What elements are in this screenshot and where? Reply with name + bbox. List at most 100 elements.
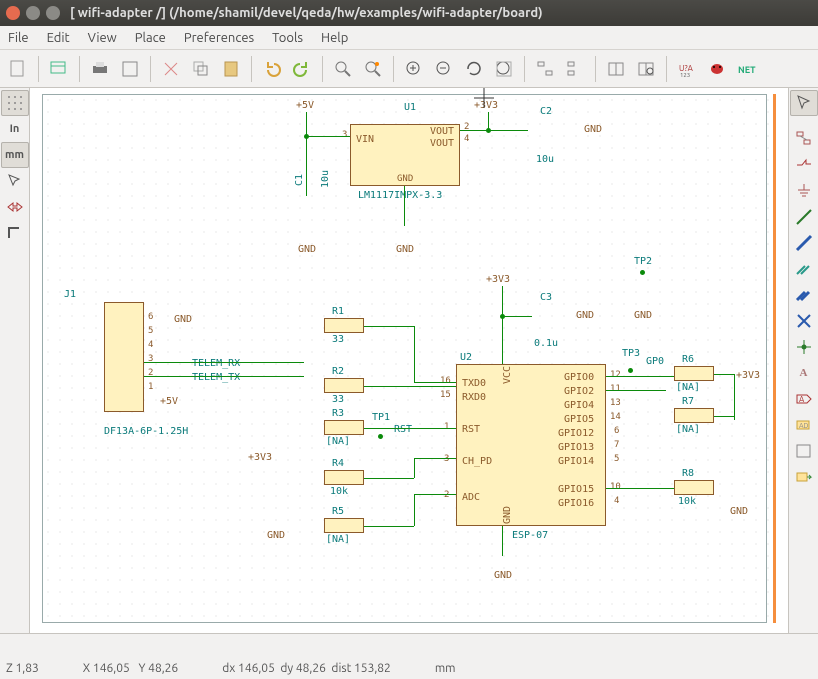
gnd-r5: GND [267, 530, 285, 541]
plot-icon[interactable] [116, 55, 144, 83]
zoom-out-icon[interactable] [430, 55, 458, 83]
menu-help[interactable]: Help [321, 31, 348, 45]
window-titlebar: [ wifi-adapter /] (/home/shamil/devel/qe… [0, 0, 818, 26]
r2-val: 33 [332, 394, 344, 405]
close-icon[interactable] [6, 6, 20, 20]
j1-p1: 1 [148, 382, 153, 392]
u2-n16: 16 [440, 376, 451, 386]
place-sheet-icon[interactable] [790, 438, 818, 464]
paste-icon[interactable] [217, 55, 245, 83]
schematic-canvas[interactable]: U1 VIN VOUT VOUT GND LM1117IMPX-3.3 3 2 … [30, 88, 788, 633]
place-wire2bus-icon[interactable] [790, 256, 818, 282]
component-r5[interactable] [324, 518, 364, 533]
gnd-c2: GND [584, 124, 602, 135]
zoom-redraw-icon[interactable] [460, 55, 488, 83]
r5-val: [NA] [326, 534, 350, 545]
u2-rn10: 10 [610, 482, 621, 492]
place-bus2bus-icon[interactable] [790, 282, 818, 308]
c2-ref: C2 [540, 106, 552, 117]
grid-icon[interactable] [1, 90, 29, 116]
zoom-in-icon[interactable] [400, 55, 428, 83]
place-noconnect-icon[interactable] [790, 308, 818, 334]
maximize-icon[interactable] [46, 6, 60, 20]
library-editor-icon[interactable] [602, 55, 630, 83]
component-r6[interactable] [674, 366, 714, 381]
place-hierarchy-icon[interactable] [790, 126, 818, 152]
print-icon[interactable] [86, 55, 114, 83]
erc-icon[interactable] [703, 55, 731, 83]
copy-icon[interactable] [187, 55, 215, 83]
undo-icon[interactable] [258, 55, 286, 83]
r8-val: 10k [678, 496, 696, 507]
r4-ref: R4 [332, 458, 344, 469]
hidden-pins-icon[interactable] [1, 194, 29, 220]
window-title: [ wifi-adapter /] (/home/shamil/devel/qe… [70, 6, 543, 20]
new-icon[interactable] [4, 55, 32, 83]
u2-rn11: 11 [610, 384, 621, 394]
place-bus-icon[interactable] [790, 230, 818, 256]
zoom-fit-icon[interactable] [490, 55, 518, 83]
tp3-ref: TP3 [622, 348, 640, 359]
place-wire-icon[interactable] [790, 204, 818, 230]
place-import-icon[interactable] [790, 464, 818, 490]
menu-view[interactable]: View [88, 31, 117, 45]
c3-ref: C3 [540, 292, 552, 303]
u1-pin-vout1: VOUT [430, 126, 454, 137]
place-netlabel-icon[interactable]: A [790, 360, 818, 386]
u2-adc: ADC [462, 492, 480, 503]
u2-rxd0: RXD0 [462, 392, 486, 403]
j1-p4: 4 [148, 340, 153, 350]
units-in-icon[interactable]: In [1, 116, 29, 142]
component-r4[interactable] [324, 470, 364, 485]
library-browser-icon[interactable] [632, 55, 660, 83]
netlist-icon[interactable]: NET [733, 55, 761, 83]
component-r8[interactable] [674, 480, 714, 495]
u2-ref: U2 [460, 352, 472, 363]
u2-n15: 15 [440, 390, 451, 400]
place-globallabel-icon[interactable]: A [790, 386, 818, 412]
net-telem-tx: TELEM_TX [192, 372, 240, 383]
menu-file[interactable]: File [8, 31, 29, 45]
annotate-icon[interactable]: U?A123 [673, 55, 701, 83]
cursor-shape-icon[interactable] [1, 168, 29, 194]
place-power-icon[interactable] [790, 152, 818, 178]
r6-ref: R6 [682, 354, 694, 365]
u2-chpd: CH_PD [462, 456, 492, 467]
place-junction-icon[interactable] [790, 334, 818, 360]
find-replace-icon[interactable] [359, 55, 387, 83]
bus-direction-icon[interactable] [1, 220, 29, 246]
u2-n2: 2 [444, 490, 449, 500]
redo-icon[interactable] [288, 55, 316, 83]
c2-val: 10u [536, 154, 554, 165]
u2-txd0: TXD0 [462, 378, 486, 389]
page-settings-icon[interactable] [45, 55, 73, 83]
component-r1[interactable] [324, 318, 364, 333]
tp1-ref: TP1 [372, 412, 390, 423]
units-mm-icon[interactable]: mm [1, 142, 29, 168]
component-j1[interactable] [104, 302, 144, 412]
cut-icon[interactable] [157, 55, 185, 83]
leave-sheet-icon[interactable] [561, 55, 589, 83]
cursor-crosshair [474, 88, 494, 108]
component-r2[interactable] [324, 378, 364, 393]
menu-edit[interactable]: Edit [47, 31, 70, 45]
hierarchy-nav-icon[interactable] [531, 55, 559, 83]
select-cursor-icon[interactable] [790, 90, 818, 116]
menu-tools[interactable]: Tools [272, 31, 303, 45]
menu-place[interactable]: Place [135, 31, 166, 45]
menu-preferences[interactable]: Preferences [184, 31, 254, 45]
r7-ref: R7 [682, 396, 694, 407]
component-r7[interactable] [674, 408, 714, 423]
r7-val: [NA] [676, 424, 700, 435]
find-icon[interactable] [329, 55, 357, 83]
r3-val: [NA] [326, 436, 350, 447]
minimize-icon[interactable] [26, 6, 40, 20]
u1-n3: 3 [342, 130, 347, 140]
place-gnd-icon[interactable] [790, 178, 818, 204]
u2-rn7: 7 [614, 440, 619, 450]
u2-foot: ESP-07 [512, 530, 548, 541]
place-hierlabel-icon[interactable]: AD [790, 412, 818, 438]
tp2-ref: TP2 [634, 256, 652, 267]
component-r3[interactable] [324, 420, 364, 435]
r1-val: 33 [332, 334, 344, 345]
